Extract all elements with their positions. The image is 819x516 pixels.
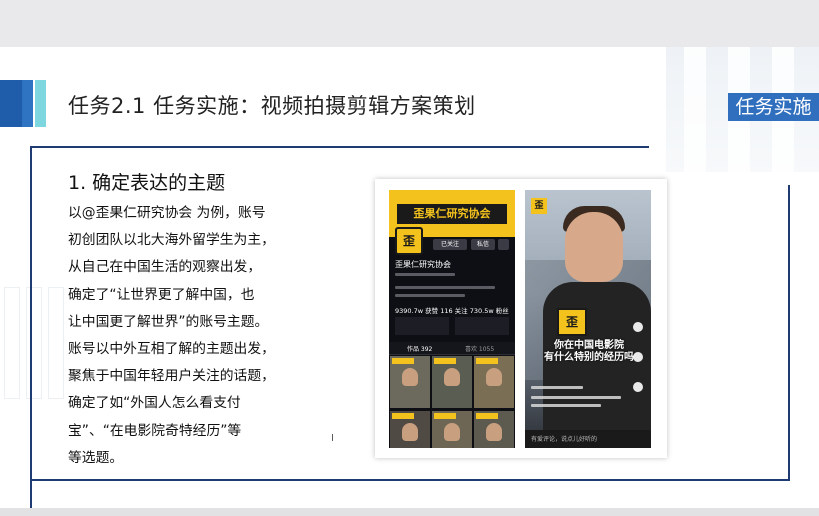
share-icon xyxy=(633,382,643,392)
description-line xyxy=(531,396,621,399)
video-thumbnail xyxy=(474,356,514,408)
screenshot-image-panel: 歪果仁研究协会 歪 已关注 私信 歪果仁研究协会 9390.7w 获赞 116 … xyxy=(375,179,667,458)
followed-button: 已关注 xyxy=(433,239,467,250)
window-bottom-bar xyxy=(0,508,819,516)
author-line xyxy=(531,386,583,389)
video-phone-screenshot: 歪 歪 你在中国电影院 有什么特别的经历吗 有爱评论，说点儿好听的 xyxy=(525,190,651,448)
live-card xyxy=(455,317,509,335)
slide: 任务2.1 任务实施：视频拍摄剪辑方案策划 任务实施 1. 确定表达的主题 以@… xyxy=(0,47,819,508)
tab-works: 作品 392 xyxy=(407,346,433,353)
tab-likes: 喜欢 1055 xyxy=(465,346,495,353)
window-top-bar xyxy=(0,0,819,47)
paragraph-line: 确定了“让世界更了解中国，也 xyxy=(68,286,255,303)
profile-phone-screenshot: 歪果仁研究协会 歪 已关注 私信 歪果仁研究协会 9390.7w 获赞 116 … xyxy=(389,190,515,448)
video-thumbnail xyxy=(432,411,472,448)
account-stats: 9390.7w 获赞 116 关注 730.5w 粉丝 xyxy=(395,307,509,315)
paragraph-line: 让中国更了解世界”的账号主题。 xyxy=(68,313,269,330)
presenter-face xyxy=(565,212,623,282)
profile-tabs: 作品 392 喜欢 1055 xyxy=(389,342,515,355)
paragraph-line: 初创团队以北大海外留学生为主， xyxy=(68,232,275,249)
caption-line: 你在中国电影院 xyxy=(554,340,624,351)
section-heading: 1. 确定表达的主题 xyxy=(68,172,226,194)
video-thumbnail xyxy=(390,411,430,448)
like-icon xyxy=(633,322,643,332)
account-tags-line xyxy=(395,294,465,297)
content-frame-top xyxy=(30,146,649,148)
video-thumbnail xyxy=(390,356,430,408)
text-cursor-icon: I xyxy=(331,433,334,444)
content-frame-bottom xyxy=(30,479,790,481)
comment-icon xyxy=(633,352,643,362)
section-tag: 任务实施 xyxy=(728,93,819,121)
paragraph-line: 等选题。 xyxy=(68,449,124,466)
content-frame-left xyxy=(30,146,32,508)
video-thumbnail xyxy=(474,411,514,448)
account-name: 歪果仁研究协会 xyxy=(395,260,451,269)
account-bio-line xyxy=(395,286,495,289)
paragraph-line: 以@歪果仁研究协会 为例，账号 xyxy=(68,205,266,221)
paragraph-line: 确定了如“外国人怎么看支付 xyxy=(68,395,241,412)
body-paragraph: 以@歪果仁研究协会 为例，账号 初创团队以北大海外留学生为主， 从自己在中国生活… xyxy=(68,200,330,472)
more-button xyxy=(498,239,509,250)
avatar: 歪 xyxy=(395,227,423,255)
video-caption: 你在中国电影院 有什么特别的经历吗 xyxy=(531,340,647,364)
decorative-columns-left xyxy=(0,287,70,399)
shop-window-card xyxy=(395,317,449,335)
paragraph-line: 账号以中外互相了解的主题出发， xyxy=(68,341,275,358)
paragraph-line: 宝”、“在电影院奇特经历”等 xyxy=(68,422,242,439)
paragraph-line: 从自己在中国生活的观察出发， xyxy=(68,259,262,276)
account-id-line xyxy=(395,273,455,276)
description-line xyxy=(531,404,601,407)
title-accent-bar-dark xyxy=(0,80,22,127)
message-button: 私信 xyxy=(471,239,495,250)
comment-placeholder: 有爱评论，说点儿好听的 xyxy=(531,436,598,443)
title-accent-bar-mid xyxy=(22,80,33,127)
paragraph-line: 聚焦于中国年轻用户关注的话题， xyxy=(68,368,275,385)
slide-title: 任务2.1 任务实施：视频拍摄剪辑方案策划 xyxy=(68,94,476,118)
video-thumbnail xyxy=(432,356,472,408)
title-accent-bar-light xyxy=(35,80,46,127)
profile-banner: 歪果仁研究协会 xyxy=(397,204,507,224)
content-frame-right xyxy=(788,185,790,481)
caption-line: 有什么特别的经历吗 xyxy=(544,352,634,363)
microphone-logo: 歪 xyxy=(557,308,587,336)
channel-badge: 歪 xyxy=(531,198,547,214)
